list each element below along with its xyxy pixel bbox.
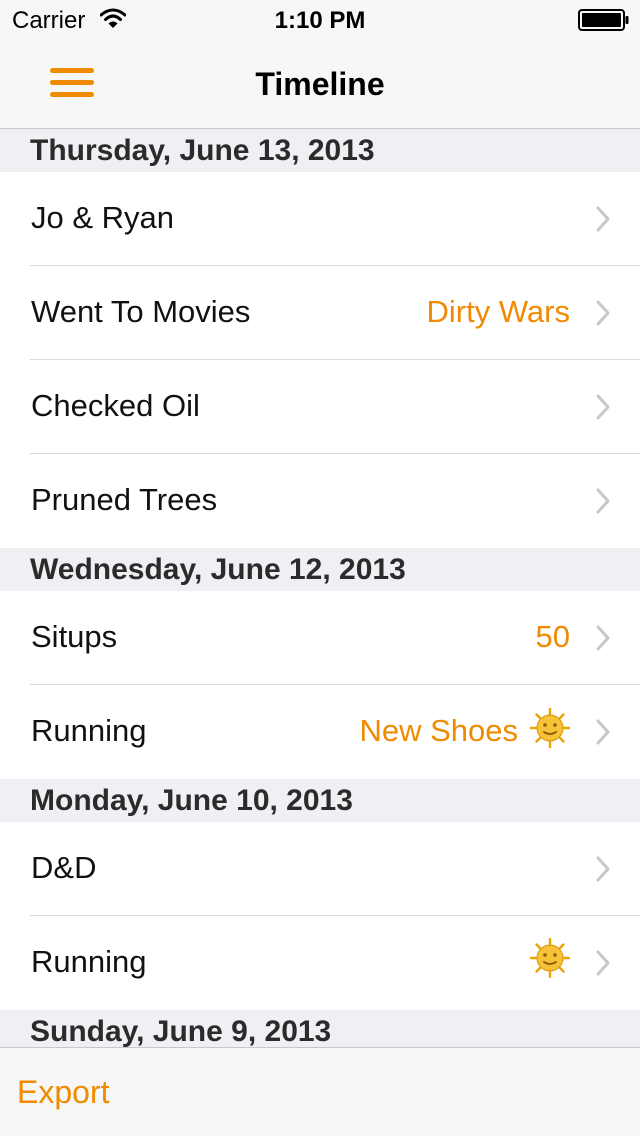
list-item-detail <box>518 938 570 978</box>
list-item-detail: Dirty Wars <box>427 294 571 330</box>
timeline-list[interactable]: Thursday, June 13, 2013 Jo & Ryan Went T… <box>0 129 640 1053</box>
list-item-detail-text: Dirty Wars <box>426 294 571 329</box>
list-item-title: Checked Oil <box>31 388 200 423</box>
list-item[interactable]: Running New Shoes <box>0 685 640 779</box>
status-time: 1:10 PM <box>274 7 366 34</box>
chevron-right-icon <box>596 300 610 326</box>
list-item-title: Jo & Ryan <box>31 200 175 235</box>
section-header: Monday, June 10, 2013 <box>0 779 640 822</box>
chevron-right-icon <box>596 394 610 420</box>
list-item[interactable]: Situps 50 <box>0 591 640 685</box>
list-item-detail: 50 <box>536 619 570 655</box>
bottom-toolbar: Export <box>0 1047 640 1136</box>
list-item-title: Running <box>31 944 147 979</box>
list-item[interactable]: D&D <box>0 822 640 916</box>
list-item[interactable]: Checked Oil <box>0 360 640 454</box>
list-item-detail: New Shoes <box>359 708 570 749</box>
section-header: Wednesday, June 12, 2013 <box>0 548 640 591</box>
battery-icon <box>578 9 629 31</box>
list-item[interactable]: Pruned Trees <box>0 454 640 548</box>
sun-face-icon <box>530 708 570 748</box>
chevron-right-icon <box>596 488 610 514</box>
status-bar: Carrier 1:10 PM <box>0 0 640 40</box>
list-item-title: Pruned Trees <box>31 482 218 517</box>
list-item-title: Running <box>31 713 147 748</box>
list-item-title: D&D <box>31 850 97 885</box>
chevron-right-icon <box>596 206 610 232</box>
sun-face-icon <box>530 938 570 978</box>
list-item-title: Went To Movies <box>31 294 251 329</box>
chevron-right-icon <box>596 625 610 651</box>
chevron-right-icon <box>596 950 610 976</box>
screen: Carrier 1:10 PM Timeline Thursday, June … <box>0 0 640 1136</box>
list-item[interactable]: Jo & Ryan <box>0 172 640 266</box>
list-item-detail-text: 50 <box>535 619 570 654</box>
page-title: Timeline <box>255 66 385 102</box>
section-header: Thursday, June 13, 2013 <box>0 129 640 172</box>
list-item[interactable]: Running <box>0 916 640 1010</box>
export-button[interactable]: Export <box>17 1074 109 1111</box>
list-item-detail-text: New Shoes <box>359 713 518 748</box>
chevron-right-icon <box>596 856 610 882</box>
list-item[interactable]: Went To Movies Dirty Wars <box>0 266 640 360</box>
list-item-title: Situps <box>31 619 118 654</box>
chevron-right-icon <box>596 719 610 745</box>
navigation-bar: Carrier 1:10 PM Timeline <box>0 0 640 129</box>
